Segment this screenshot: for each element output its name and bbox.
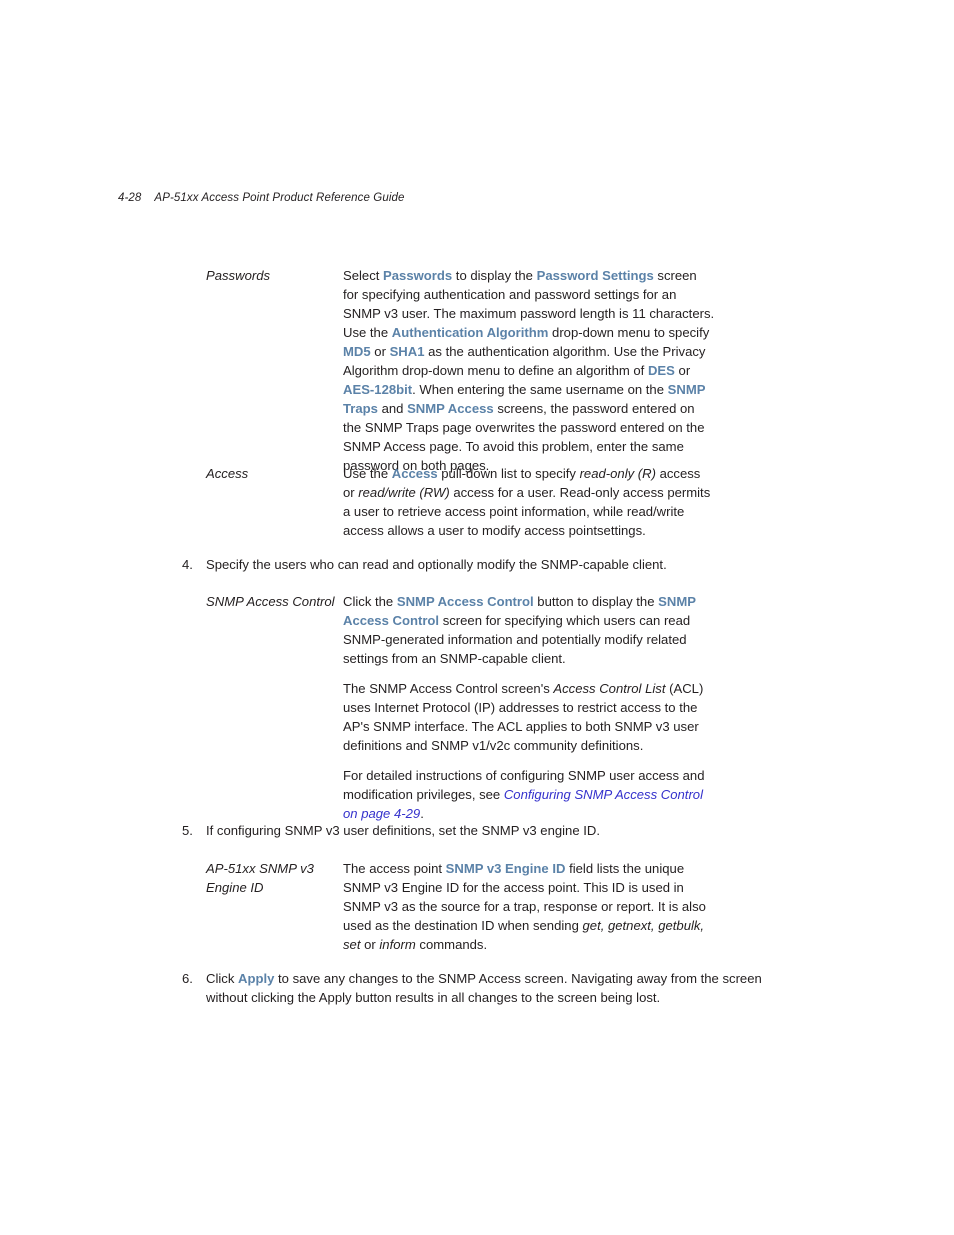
step-text: If configuring SNMP v3 user definitions,… [206, 821, 762, 840]
text-run: commands. [415, 937, 488, 953]
text-run: pull-down list to specify [437, 466, 580, 481]
step-item-4: 4. Specify the users who can read and op… [182, 555, 782, 574]
guide-title: AP-51xx Access Point Product Reference G… [154, 192, 405, 204]
text-run: If configuring SNMP v3 user definitions,… [206, 823, 600, 838]
ui-term: DES [647, 363, 675, 379]
emphasis-text: read/write (RW) [358, 485, 450, 501]
definition-label-passwords: Passwords [206, 268, 271, 283]
definition-description-access: Use the Access pull-down list to specify… [343, 464, 715, 540]
document-page: 4-28 AP-51xx Access Point Product Referen… [0, 0, 954, 1235]
text-run: . [420, 806, 424, 822]
definition-row-engine-id: AP-51xx SNMP v3 Engine ID The access poi… [206, 859, 766, 954]
ui-term: Passwords [383, 268, 453, 283]
page-folio: 4-28 [118, 192, 142, 204]
text-run: or [370, 344, 390, 360]
paragraph: Click the SNMP Access Control button to … [343, 592, 715, 668]
step-text: Click Apply to save any changes to the S… [206, 969, 782, 1007]
text-run: The SNMP Access Control screen's [343, 681, 554, 697]
text-run: Use the [343, 466, 392, 481]
definition-row-access: Access Use the Access pull-down list to … [206, 464, 766, 540]
text-run: to save any changes to the SNMP Access s… [206, 971, 762, 1006]
step-text: Specify the users who can read and optio… [206, 555, 762, 574]
emphasis-text: inform [379, 937, 416, 953]
definition-label-engine-id: AP-51xx SNMP v3 Engine ID [206, 859, 343, 897]
step-item-5: 5. If configuring SNMP v3 user definitio… [182, 821, 782, 840]
text-run: Select [343, 268, 384, 283]
step-number: 6. [182, 971, 193, 986]
paragraph: The SNMP Access Control screen's Access … [343, 679, 715, 755]
running-header: 4-28 AP-51xx Access Point Product Referen… [118, 192, 405, 204]
step-number: 5. [182, 823, 193, 838]
text-run: Click the [343, 594, 397, 609]
definition-description-engine-id: The access point SNMP v3 Engine ID field… [343, 859, 715, 954]
ui-term: SHA1 [389, 344, 425, 360]
ui-term: AES-128bit [343, 382, 413, 398]
ui-term: SNMP Access Control [396, 594, 534, 609]
definition-description-snmp-access-control: Click the SNMP Access Control button to … [343, 592, 715, 824]
ui-term: Apply [238, 971, 275, 986]
definition-label-snmp-access-control: SNMP Access Control [206, 594, 335, 609]
ui-term: MD5 [343, 344, 371, 360]
ui-term: SNMP Access [407, 401, 494, 417]
ui-term: Authentication Algorithm [391, 325, 549, 341]
definition-description-passwords: Select Passwords to display the Password… [343, 266, 715, 476]
step-number: 4. [182, 557, 193, 572]
definition-label-access: Access [206, 466, 249, 481]
definition-row-snmp-access-control: SNMP Access Control Click the SNMP Acces… [206, 592, 766, 824]
text-run: or [674, 363, 691, 379]
paragraph: Select Passwords to display the Password… [343, 266, 715, 476]
text-run: to display the [452, 268, 537, 283]
text-run: Click [206, 971, 239, 986]
text-run: . When entering the same username on the [412, 382, 668, 398]
text-run: or [360, 937, 380, 953]
text-run: Specify the users who can read and optio… [206, 557, 667, 572]
text-run: button to display the [533, 594, 659, 609]
step-item-6: 6. Click Apply to save any changes to th… [182, 969, 782, 1007]
ui-term: Access [391, 466, 438, 481]
ui-term: Password Settings [536, 268, 654, 283]
text-run: and [377, 401, 408, 417]
definition-label-line: Engine ID [206, 880, 264, 896]
definition-row-passwords: Passwords Select Passwords to display th… [206, 266, 766, 476]
text-run: The access point [343, 861, 446, 876]
definition-label-line: AP-51xx SNMP v3 [206, 861, 314, 876]
text-run: drop-down menu to specify [548, 325, 710, 341]
paragraph: The access point SNMP v3 Engine ID field… [343, 859, 715, 954]
emphasis-text: Access Control List [553, 681, 666, 697]
paragraph: For detailed instructions of configuring… [343, 766, 715, 823]
emphasis-text: read-only (R) [579, 466, 656, 481]
paragraph: Use the Access pull-down list to specify… [343, 464, 715, 540]
ui-term: SNMP v3 Engine ID [445, 861, 566, 876]
